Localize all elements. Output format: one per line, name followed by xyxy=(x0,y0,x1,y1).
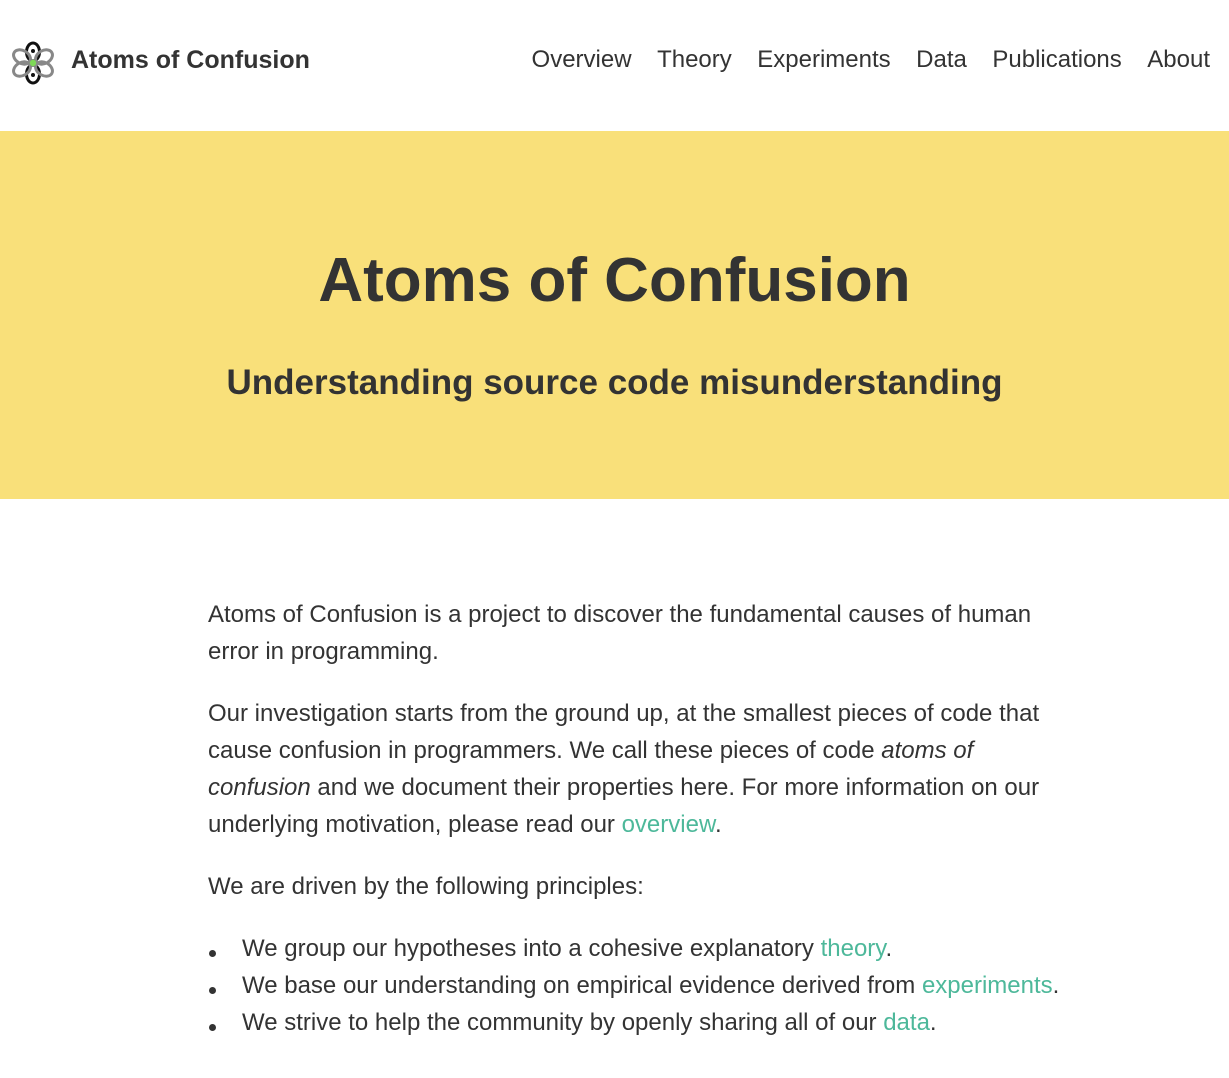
period: . xyxy=(714,811,722,838)
period: . xyxy=(929,1009,937,1036)
site-header: Atoms of Confusion Overview Theory Exper… xyxy=(0,0,1229,131)
main-nav: Overview Theory Experiments Data Publica… xyxy=(532,44,1210,76)
hero-banner: Atoms of Confusion Understanding source … xyxy=(0,131,1229,499)
nav-about[interactable]: About xyxy=(1147,44,1210,76)
data-link[interactable]: data xyxy=(883,1009,930,1036)
principle-text: We base our understanding on empirical e… xyxy=(242,972,922,999)
principle-text: We group our hypotheses into a cohesive … xyxy=(242,935,821,962)
principle-text: We strive to help the community by openl… xyxy=(242,1009,884,1036)
site-title[interactable]: Atoms of Confusion xyxy=(71,44,310,76)
nav-theory[interactable]: Theory xyxy=(657,44,732,76)
intro-paragraph: Atoms of Confusion is a project to disco… xyxy=(208,601,1032,665)
list-item: We group our hypotheses into a cohesive … xyxy=(208,930,1068,967)
principles-list: We group our hypotheses into a cohesive … xyxy=(208,930,1068,1041)
nav-overview[interactable]: Overview xyxy=(532,44,632,76)
nav-experiments[interactable]: Experiments xyxy=(757,44,890,76)
overview-link[interactable]: overview xyxy=(622,811,715,838)
period: . xyxy=(885,935,893,962)
list-item: We base our understanding on empirical e… xyxy=(208,967,1068,1004)
period: . xyxy=(1052,972,1060,999)
main-content: Atoms of Confusion is a project to disco… xyxy=(208,596,1068,1041)
atom-flower-logo-icon xyxy=(12,41,54,85)
hero-title: Atoms of Confusion xyxy=(318,246,911,315)
list-item: We strive to help the community by openl… xyxy=(208,1004,1068,1041)
experiments-link[interactable]: experiments xyxy=(922,972,1053,999)
nav-data[interactable]: Data xyxy=(916,44,967,76)
hero-subtitle: Understanding source code misunderstandi… xyxy=(226,363,1003,402)
nav-publications[interactable]: Publications xyxy=(992,44,1121,76)
investigation-paragraph: Our investigation starts from the ground… xyxy=(208,695,1068,843)
theory-link[interactable]: theory xyxy=(821,935,886,962)
principles-intro: We are driven by the following principle… xyxy=(208,873,644,900)
